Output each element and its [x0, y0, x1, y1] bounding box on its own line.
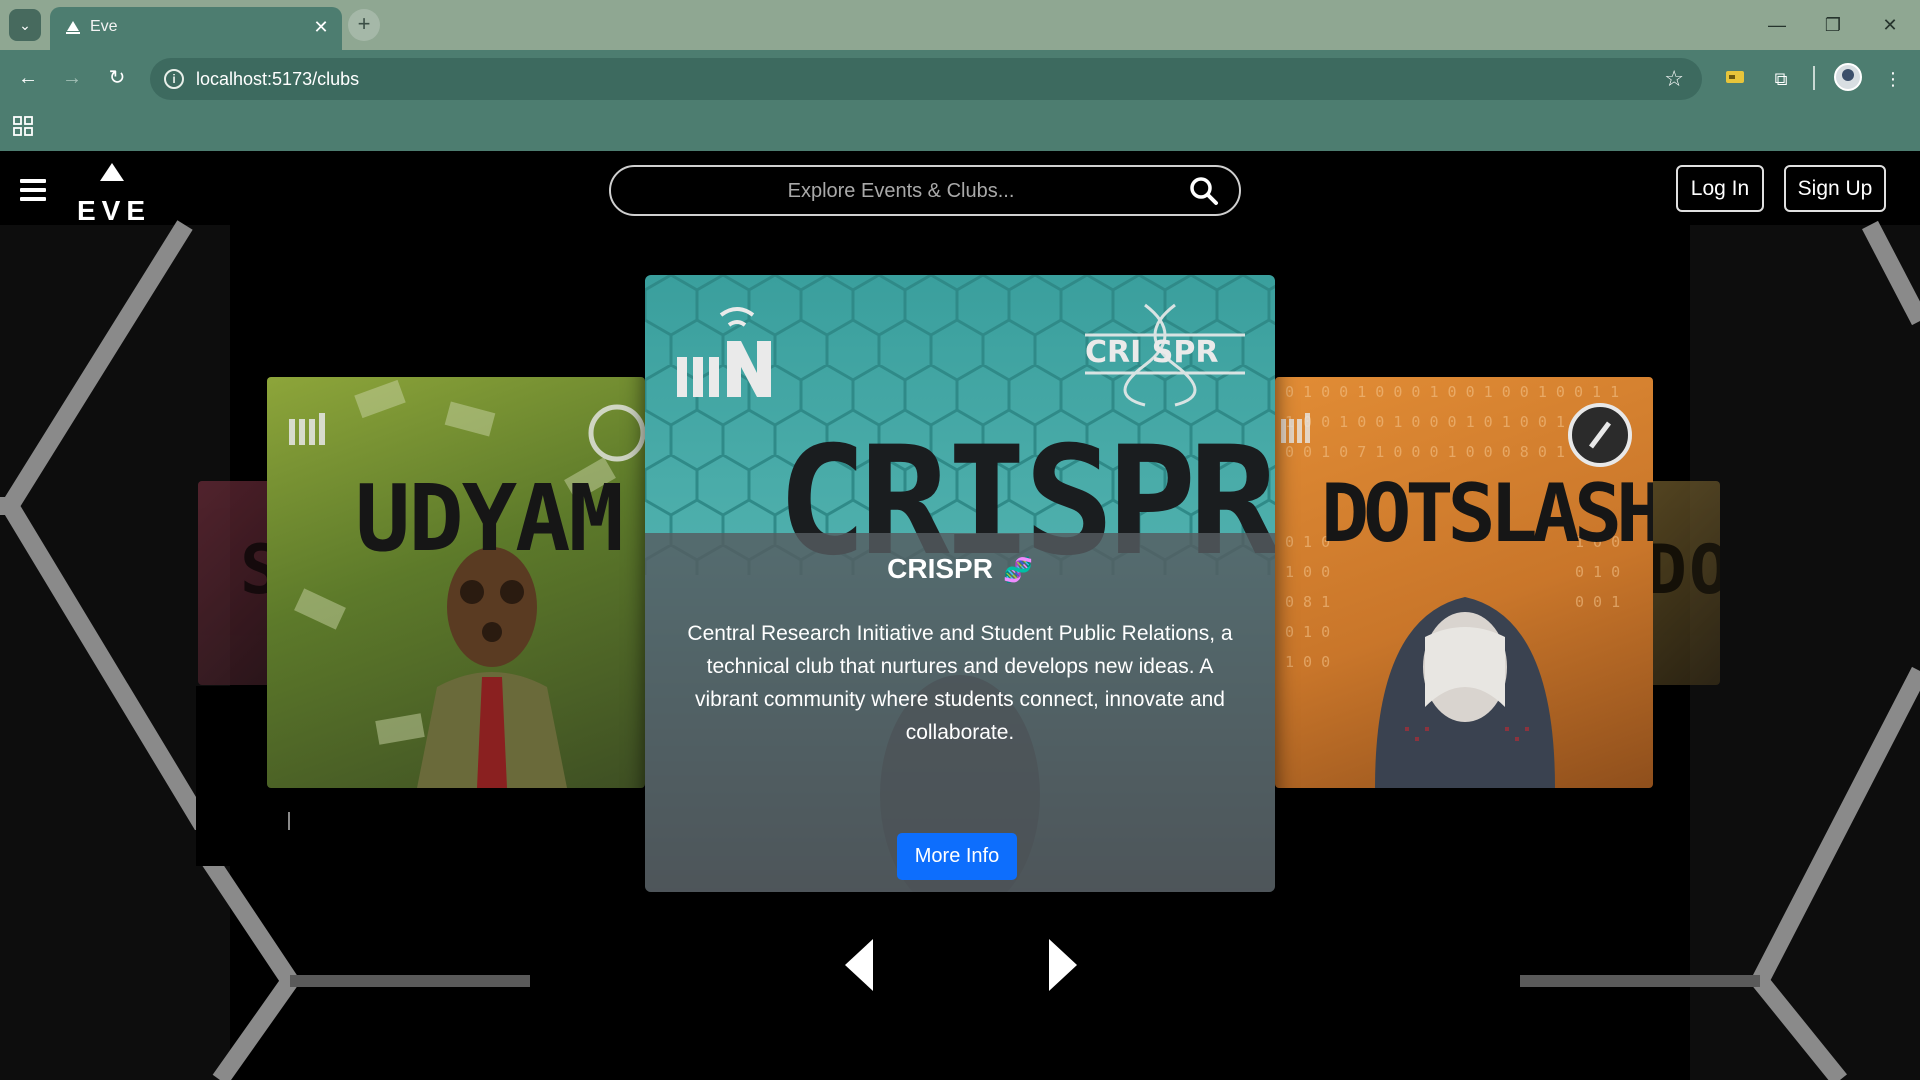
poster-title: DOTSLASH — [1321, 467, 1653, 560]
club-description: Central Research Initiative and Student … — [687, 622, 1233, 744]
restore-button[interactable]: ❐ — [1818, 12, 1848, 38]
dotslash-poster-image: 0 1 0 0 1 0 0 0 1 0 0 1 0 0 1 0 0 1 1 1 … — [1281, 383, 1632, 788]
signup-button[interactable]: Sign Up — [1784, 165, 1886, 212]
svg-text:0 8 1: 0 8 1 — [1285, 593, 1330, 611]
extensions-puzzle-icon[interactable]: ⧉ — [1766, 64, 1796, 94]
crispr-logo-text: CRI SPR — [1085, 335, 1218, 370]
svg-text:0 0 1 0 7 1 0 0 0 1 0 0 0 8 0: 0 0 1 0 7 1 0 0 0 1 0 0 0 8 0 1 0 0 1 — [1285, 443, 1619, 461]
svg-text:1 0 0: 1 0 0 — [1285, 653, 1330, 671]
profile-avatar[interactable] — [1834, 63, 1862, 91]
address-bar[interactable]: i localhost:5173/clubs ☆ — [150, 58, 1702, 100]
next-arrow-icon[interactable] — [1047, 939, 1077, 991]
toolbar-separator — [1813, 66, 1815, 90]
dna-icon: 🧬 — [1002, 557, 1033, 584]
back-button[interactable]: ← — [12, 62, 44, 94]
eve-favicon-icon — [66, 21, 80, 34]
search-bar — [609, 165, 1241, 216]
more-info-button[interactable]: More Info — [897, 833, 1017, 880]
reload-button[interactable]: ↻ — [101, 62, 133, 94]
poster-title: UDYAM — [355, 465, 624, 572]
poster-title: DO — [1646, 531, 1720, 610]
udyam-poster-image — [289, 379, 645, 788]
site-info-icon[interactable]: i — [164, 69, 184, 89]
close-tab-icon[interactable]: ✕ — [310, 16, 332, 38]
svg-text:0 1 0: 0 1 0 — [1575, 563, 1620, 581]
svg-text:0 0 1: 0 0 1 — [1575, 593, 1620, 611]
close-window-button[interactable]: ✕ — [1875, 12, 1905, 38]
svg-text:0 1 0: 0 1 0 — [1285, 623, 1330, 641]
tab-search-button[interactable]: ⌄ — [9, 9, 41, 41]
club-card-far-left[interactable]: ST — [198, 481, 278, 685]
club-card-udyam[interactable]: UDYAM — [267, 377, 645, 788]
search-icon[interactable] — [1189, 176, 1219, 206]
svg-text:1 0 0: 1 0 0 — [1285, 563, 1330, 581]
club-card-crispr[interactable]: CRI SPR CRISPR CRISPR 🧬 Central Research … — [645, 275, 1275, 892]
bookmark-star-icon[interactable]: ☆ — [1664, 66, 1684, 92]
eve-logo[interactable]: EVE — [74, 159, 148, 226]
club-card-dotslash[interactable]: 0 1 0 0 1 0 0 0 1 0 0 1 0 0 1 0 0 1 1 1 … — [1275, 377, 1653, 788]
previous-arrow-icon[interactable] — [845, 939, 875, 991]
forward-button[interactable]: → — [56, 62, 88, 94]
apps-grid-icon[interactable] — [12, 115, 34, 137]
browser-tab[interactable]: Eve ✕ — [50, 7, 342, 50]
tab-title: Eve — [90, 18, 118, 35]
browser-menu-icon[interactable]: ⋮ — [1878, 64, 1908, 94]
browser-tabstrip: ⌄ Eve ✕ + — ❐ ✕ — [0, 0, 1920, 50]
hamburger-menu-icon[interactable] — [20, 179, 46, 201]
club-title: CRISPR 🧬 — [645, 553, 1275, 585]
svg-text:0 1 0 0 1 0 0 0 1 0 0 1 0 0 1: 0 1 0 0 1 0 0 0 1 0 0 1 0 0 1 0 0 1 1 — [1285, 383, 1619, 401]
logo-text: EVE — [77, 195, 152, 226]
search-input[interactable] — [631, 175, 1171, 207]
login-button[interactable]: Log In — [1676, 165, 1764, 212]
extension-icon[interactable] — [1720, 64, 1750, 94]
clubs-page: EVE Log In Sign Up ST DO — [0, 151, 1920, 1080]
club-name: CRISPR — [887, 553, 993, 584]
url-text: localhost:5173/clubs — [196, 69, 360, 89]
club-info-panel: CRISPR 🧬 Central Research Initiative and … — [645, 533, 1275, 892]
minimize-button[interactable]: — — [1762, 12, 1792, 38]
logo-triangle-icon — [100, 163, 124, 181]
new-tab-button[interactable]: + — [348, 9, 380, 41]
